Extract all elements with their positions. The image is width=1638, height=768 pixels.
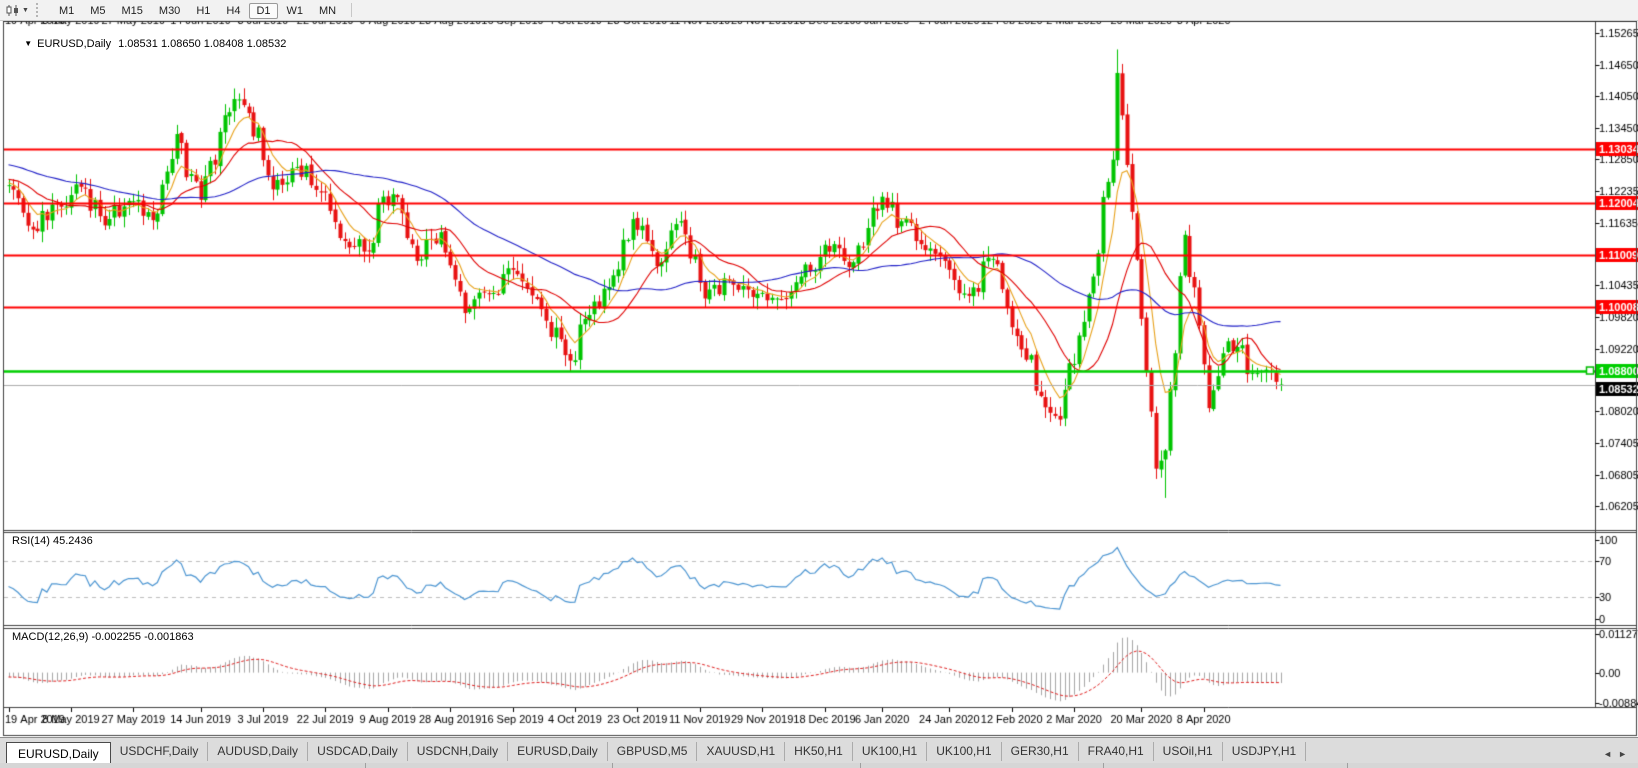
rsi-indicator-label: RSI(14) 45.2436 xyxy=(12,535,93,547)
timeframe-button-w1[interactable]: W1 xyxy=(280,3,311,19)
tab-scroll-left-icon[interactable]: ◄ xyxy=(1600,749,1615,759)
timeframe-button-m5[interactable]: M5 xyxy=(83,3,112,19)
timeframe-toolbar: ▼ M1M5M15M30H1H4D1W1MN xyxy=(0,0,1638,21)
timeframe-button-m15[interactable]: M15 xyxy=(115,3,150,19)
status-strip-divider xyxy=(365,763,366,768)
timeframe-button-mn[interactable]: MN xyxy=(312,3,343,19)
chart-tab-bar: EURUSD,DailyUSDCHF,DailyAUDUSD,DailyUSDC… xyxy=(0,737,1638,768)
macd-indicator-label: MACD(12,26,9) -0.002255 -0.001863 xyxy=(12,631,194,643)
chart-tab-usdcad-daily[interactable]: USDCAD,Daily xyxy=(308,742,408,761)
price-chart-canvas[interactable] xyxy=(0,21,1638,737)
chart-tab-usdjpy-h1[interactable]: USDJPY,H1 xyxy=(1223,742,1306,761)
status-strip-divider xyxy=(860,763,861,768)
timeframe-button-d1[interactable]: D1 xyxy=(249,3,277,19)
chart-tab-gbpusd-m5[interactable]: GBPUSD,M5 xyxy=(608,742,698,761)
toolbar-separator xyxy=(351,3,352,17)
timeframe-button-m1[interactable]: M1 xyxy=(52,3,81,19)
status-strip-divider xyxy=(1347,763,1348,768)
chart-tab-hk50-h1[interactable]: HK50,H1 xyxy=(785,742,853,761)
chart-symbol-label: EURUSD,Daily xyxy=(37,38,111,50)
chart-tab-usoil-h1[interactable]: USOil,H1 xyxy=(1154,742,1223,761)
status-strip-divider xyxy=(612,763,613,768)
chart-tab-fra40-h1[interactable]: FRA40,H1 xyxy=(1079,742,1154,761)
timeframe-button-h4[interactable]: H4 xyxy=(219,3,247,19)
chevron-down-icon: ▼ xyxy=(22,7,29,14)
chart-tab-uk100-h1[interactable]: UK100,H1 xyxy=(927,742,1001,761)
toolbar-grip-handle[interactable] xyxy=(36,3,42,17)
chart-tab-xauusd-h1[interactable]: XAUUSD,H1 xyxy=(697,742,785,761)
trading-platform-window: ▼ M1M5M15M30H1H4D1W1MN ▼ EURUSD,Daily 1.08… xyxy=(0,0,1638,768)
candlestick-chart-icon xyxy=(5,4,20,17)
chart-tab-ger30-h1[interactable]: GER30,H1 xyxy=(1002,742,1079,761)
tab-scroll-buttons: ◄► xyxy=(1600,749,1630,759)
chart-tab-usdchf-daily[interactable]: USDCHF,Daily xyxy=(111,742,209,761)
chart-tab-uk100-h1[interactable]: UK100,H1 xyxy=(853,742,927,761)
timeframe-button-h1[interactable]: H1 xyxy=(189,3,217,19)
chart-ohlc-values: 1.08531 1.08650 1.08408 1.08532 xyxy=(118,38,286,50)
tab-scroll-right-icon[interactable]: ► xyxy=(1615,749,1630,759)
chart-tab-usdcnh-daily[interactable]: USDCNH,Daily xyxy=(408,742,508,761)
status-strip-divider xyxy=(1103,763,1104,768)
timeframe-buttons: M1M5M15M30H1H4D1W1MN xyxy=(51,1,344,19)
collapse-chart-icon[interactable]: ▼ xyxy=(24,39,32,48)
chart-title: ▼ EURUSD,Daily 1.08531 1.08650 1.08408 1.0… xyxy=(12,26,286,62)
status-strip xyxy=(0,763,1638,768)
chart-tab-audusd-daily[interactable]: AUDUSD,Daily xyxy=(208,742,308,761)
chart-tab-eurusd-daily[interactable]: EURUSD,Daily xyxy=(508,742,608,761)
timeframe-button-m30[interactable]: M30 xyxy=(152,3,187,19)
chart-type-button[interactable]: ▼ xyxy=(5,4,29,17)
